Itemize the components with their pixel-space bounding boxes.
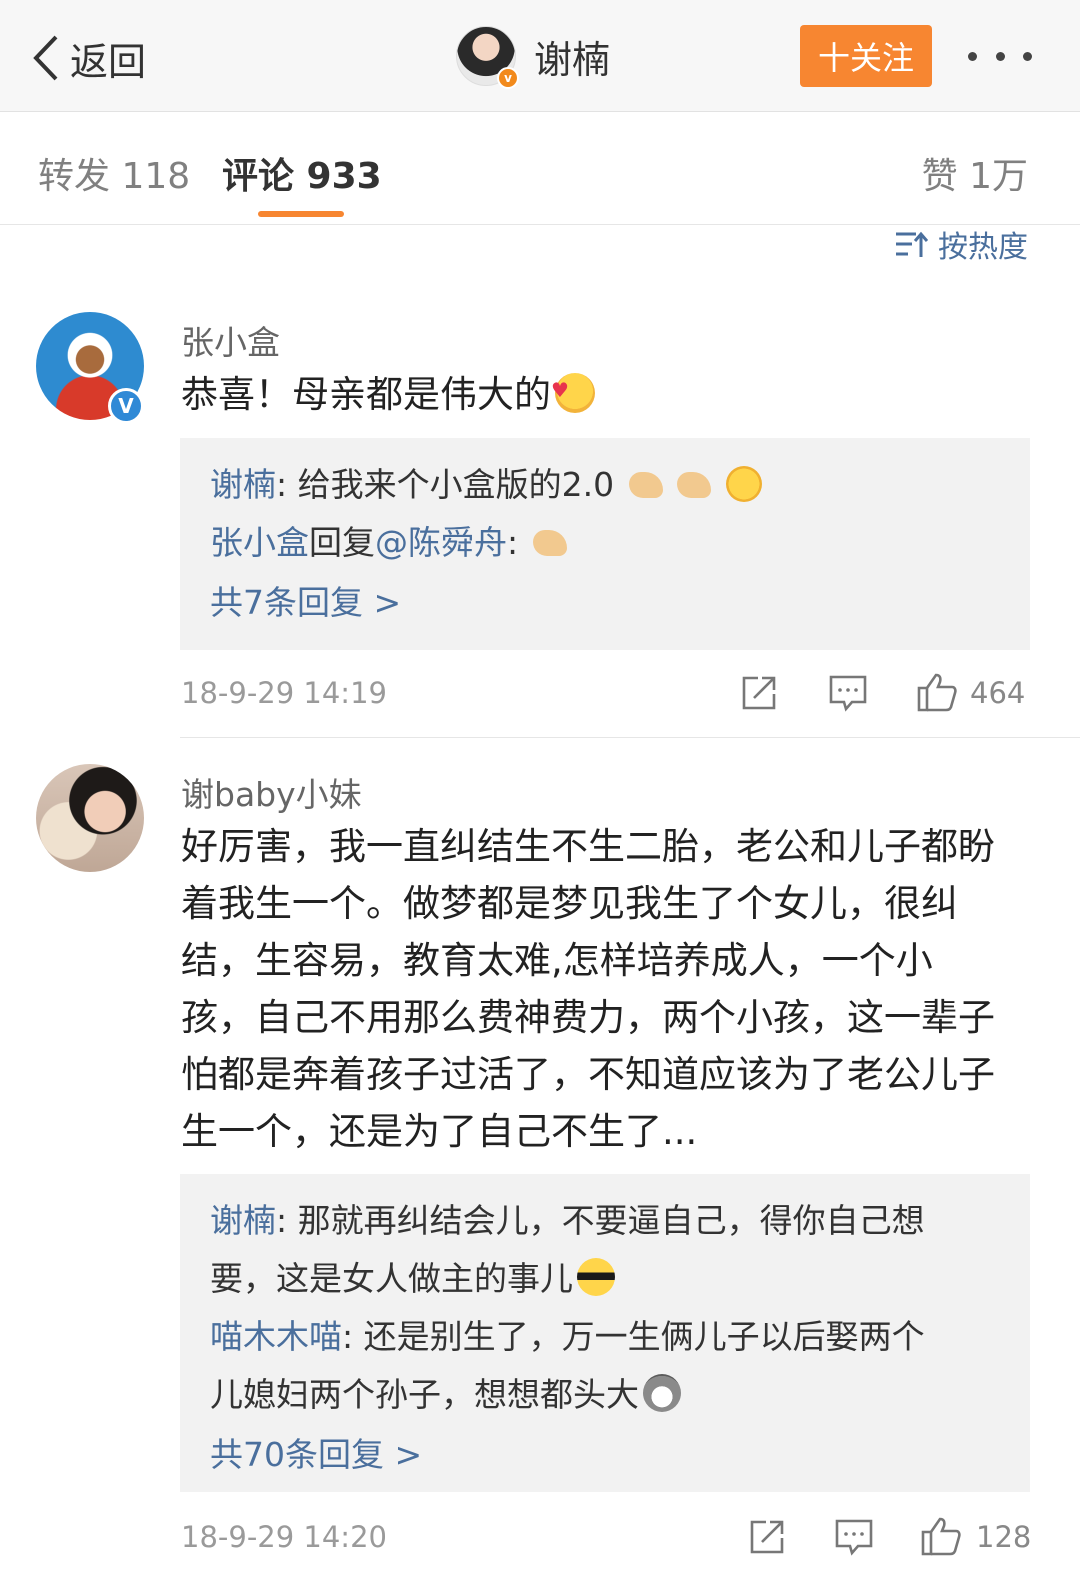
pray-emoji-icon	[532, 530, 567, 556]
reply-item: 喵木木喵: 还是别生了，万一生俩儿子以后娶两个 儿媳妇两个孙子，想想都头大	[210, 1317, 925, 1414]
comment-username[interactable]: 谢baby小妹	[181, 768, 362, 816]
share-button[interactable]	[748, 1518, 786, 1556]
tab-comments[interactable]: 评论 933	[222, 147, 382, 199]
reply-username[interactable]: 张小盒	[210, 523, 309, 562]
tab-likes[interactable]: 赞 1万	[922, 147, 1028, 199]
verified-badge-icon: v	[497, 67, 519, 89]
reply-box: 谢楠: 给我来个小盒版的2.0 张小盒回复@陈舜舟: 共7条回复 >	[180, 438, 1030, 650]
avatar[interactable]: v	[456, 26, 519, 89]
comment-username[interactable]: 张小盒	[181, 316, 280, 364]
reply-username[interactable]: 谢楠	[210, 465, 276, 504]
comment-icon	[829, 675, 867, 712]
sort-by-hot-button[interactable]: 按热度	[894, 224, 1028, 265]
sort-label: 按热度	[938, 230, 1028, 265]
smile-emoji-icon	[725, 466, 762, 502]
comment-timestamp: 18-9-29 14:20	[181, 1520, 387, 1554]
share-icon	[742, 676, 776, 710]
chevron-left-icon	[33, 35, 58, 81]
tab-repost[interactable]: 转发 118	[38, 147, 190, 199]
comment-button[interactable]	[834, 1518, 874, 1556]
thumbs-up-icon	[917, 673, 957, 712]
muscle-emoji-icon	[677, 472, 712, 498]
like-button[interactable]	[920, 1516, 962, 1556]
reply-username[interactable]: 谢楠	[210, 1201, 276, 1240]
top-nav-bar: 返回 v 谢楠 十关注	[0, 0, 1080, 112]
share-icon	[750, 1520, 784, 1554]
avatar[interactable]	[36, 764, 144, 872]
share-button[interactable]	[740, 674, 778, 712]
reply-item: 张小盒回复@陈舜舟:	[210, 514, 1000, 572]
profile-header[interactable]: v 谢楠	[456, 24, 611, 89]
comment-text: 恭喜！母亲都是伟大的	[181, 362, 1033, 423]
like-count: 464	[970, 676, 1026, 710]
like-button[interactable]	[916, 672, 958, 712]
like-count: 128	[976, 1520, 1032, 1554]
view-more-replies-link[interactable]: 共70条回复 >	[210, 1424, 1000, 1486]
reply-text: 给我来个小盒版的2.0	[297, 465, 615, 504]
reply-username[interactable]: 喵木木喵	[210, 1317, 342, 1356]
back-button[interactable]: 返回	[30, 30, 146, 86]
comment-text: 好厉害，我一直纠结生不生二胎，老公和儿子都盼 着我生一个。做梦都是梦见我生了个女…	[181, 825, 995, 1153]
comment-divider	[180, 737, 1080, 738]
verified-v-icon: V	[108, 388, 144, 424]
comment-icon	[835, 1519, 873, 1556]
view-more-replies-link[interactable]: 共7条回复 >	[210, 572, 1000, 634]
blush-heart-emoji-icon	[551, 362, 595, 419]
back-label: 返回	[70, 39, 147, 84]
muscle-emoji-icon	[628, 472, 663, 498]
more-dots-icon[interactable]	[968, 40, 1032, 72]
thumbs-up-icon	[921, 1517, 961, 1556]
husky-emoji-icon	[643, 1374, 681, 1412]
reply-item: 谢楠: 给我来个小盒版的2.0	[210, 456, 1000, 514]
comment-button[interactable]	[828, 674, 868, 712]
follow-button[interactable]: 十关注	[800, 25, 932, 87]
active-tab-indicator	[258, 211, 344, 217]
tab-bar: 转发 118 评论 933 赞 1万	[0, 113, 1080, 225]
reply-item: 谢楠: 那就再纠结会儿，不要逼自己，得你自己想 要，这是女人做主的事儿	[210, 1201, 925, 1298]
comment-timestamp: 18-9-29 14:19	[181, 676, 387, 710]
reply-text: 那就再纠结会儿，不要逼自己，得你自己想	[297, 1201, 925, 1240]
page-title: 谢楠	[534, 37, 611, 82]
sort-icon	[896, 231, 928, 257]
reply-mention[interactable]: @陈舜舟	[375, 523, 507, 562]
reply-box: 谢楠: 那就再纠结会儿，不要逼自己，得你自己想 要，这是女人做主的事儿 喵木木喵…	[180, 1174, 1030, 1492]
sunglasses-emoji-icon	[577, 1258, 615, 1296]
reply-text: 还是别生了，万一生俩儿子以后娶两个	[363, 1317, 925, 1356]
